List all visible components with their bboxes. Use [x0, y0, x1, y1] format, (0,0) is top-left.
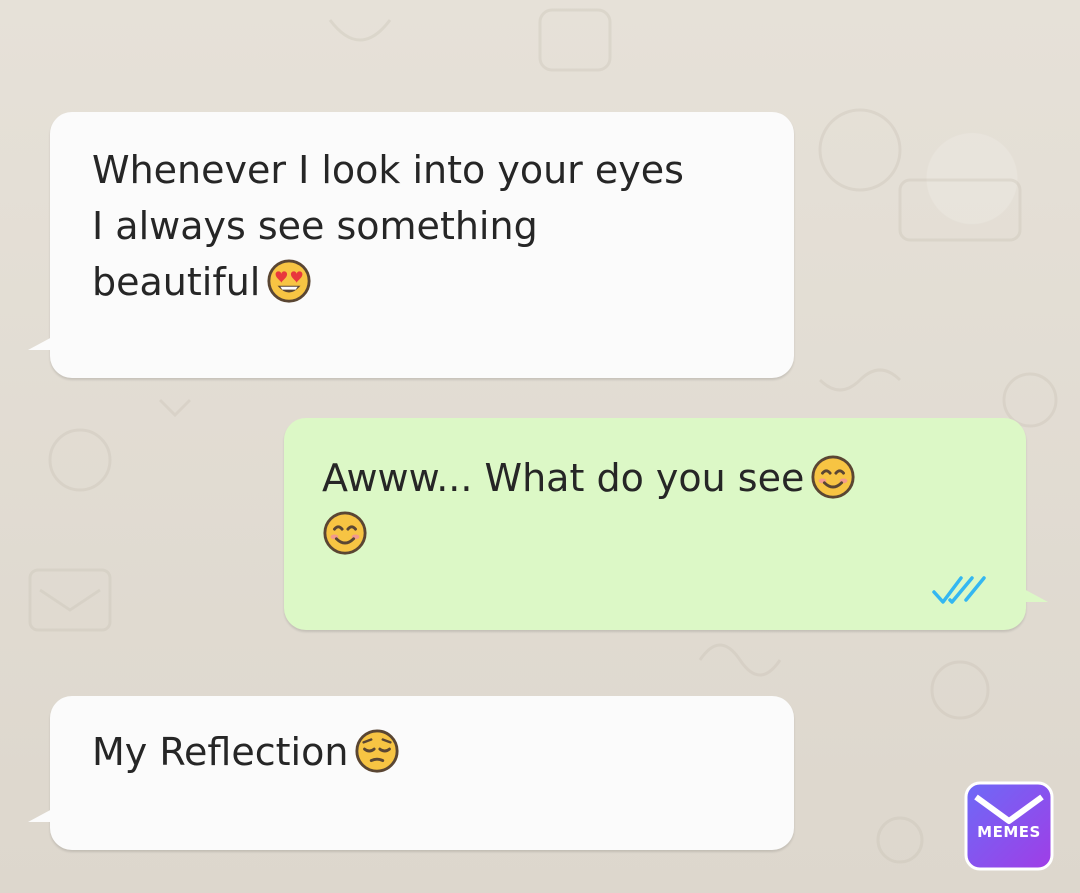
heart-eyes-emoji	[267, 259, 311, 303]
read-receipt-icon	[932, 576, 986, 604]
outgoing-message[interactable]: Awww... What do you see	[284, 418, 1048, 630]
smiling-emoji	[811, 455, 855, 499]
incoming-message[interactable]: Whenever I look into your eyes I always …	[28, 112, 794, 378]
incoming-message[interactable]: My Reflection	[28, 696, 794, 850]
message-line: I always see something	[92, 204, 538, 248]
message-line-text: beautiful	[92, 260, 261, 304]
smiling-emoji	[323, 511, 367, 555]
bubble-tail	[1022, 588, 1048, 602]
message-text: Awww... What do you see	[322, 450, 962, 562]
pensive-emoji	[355, 729, 399, 773]
memes-watermark-label: MEMES	[977, 823, 1041, 841]
message-text: Whenever I look into your eyes I always …	[92, 142, 684, 310]
message-line: Whenever I look into your eyes	[92, 148, 684, 192]
memes-watermark-logo: MEMES	[964, 781, 1054, 871]
message-line-text: Awww... What do you see	[322, 456, 805, 500]
bubble-tail	[28, 336, 54, 350]
message-line: beautiful	[92, 254, 684, 310]
message-text: My Reflection	[92, 724, 400, 780]
bubble-tail	[28, 808, 54, 822]
message-line-text: My Reflection	[92, 730, 349, 774]
